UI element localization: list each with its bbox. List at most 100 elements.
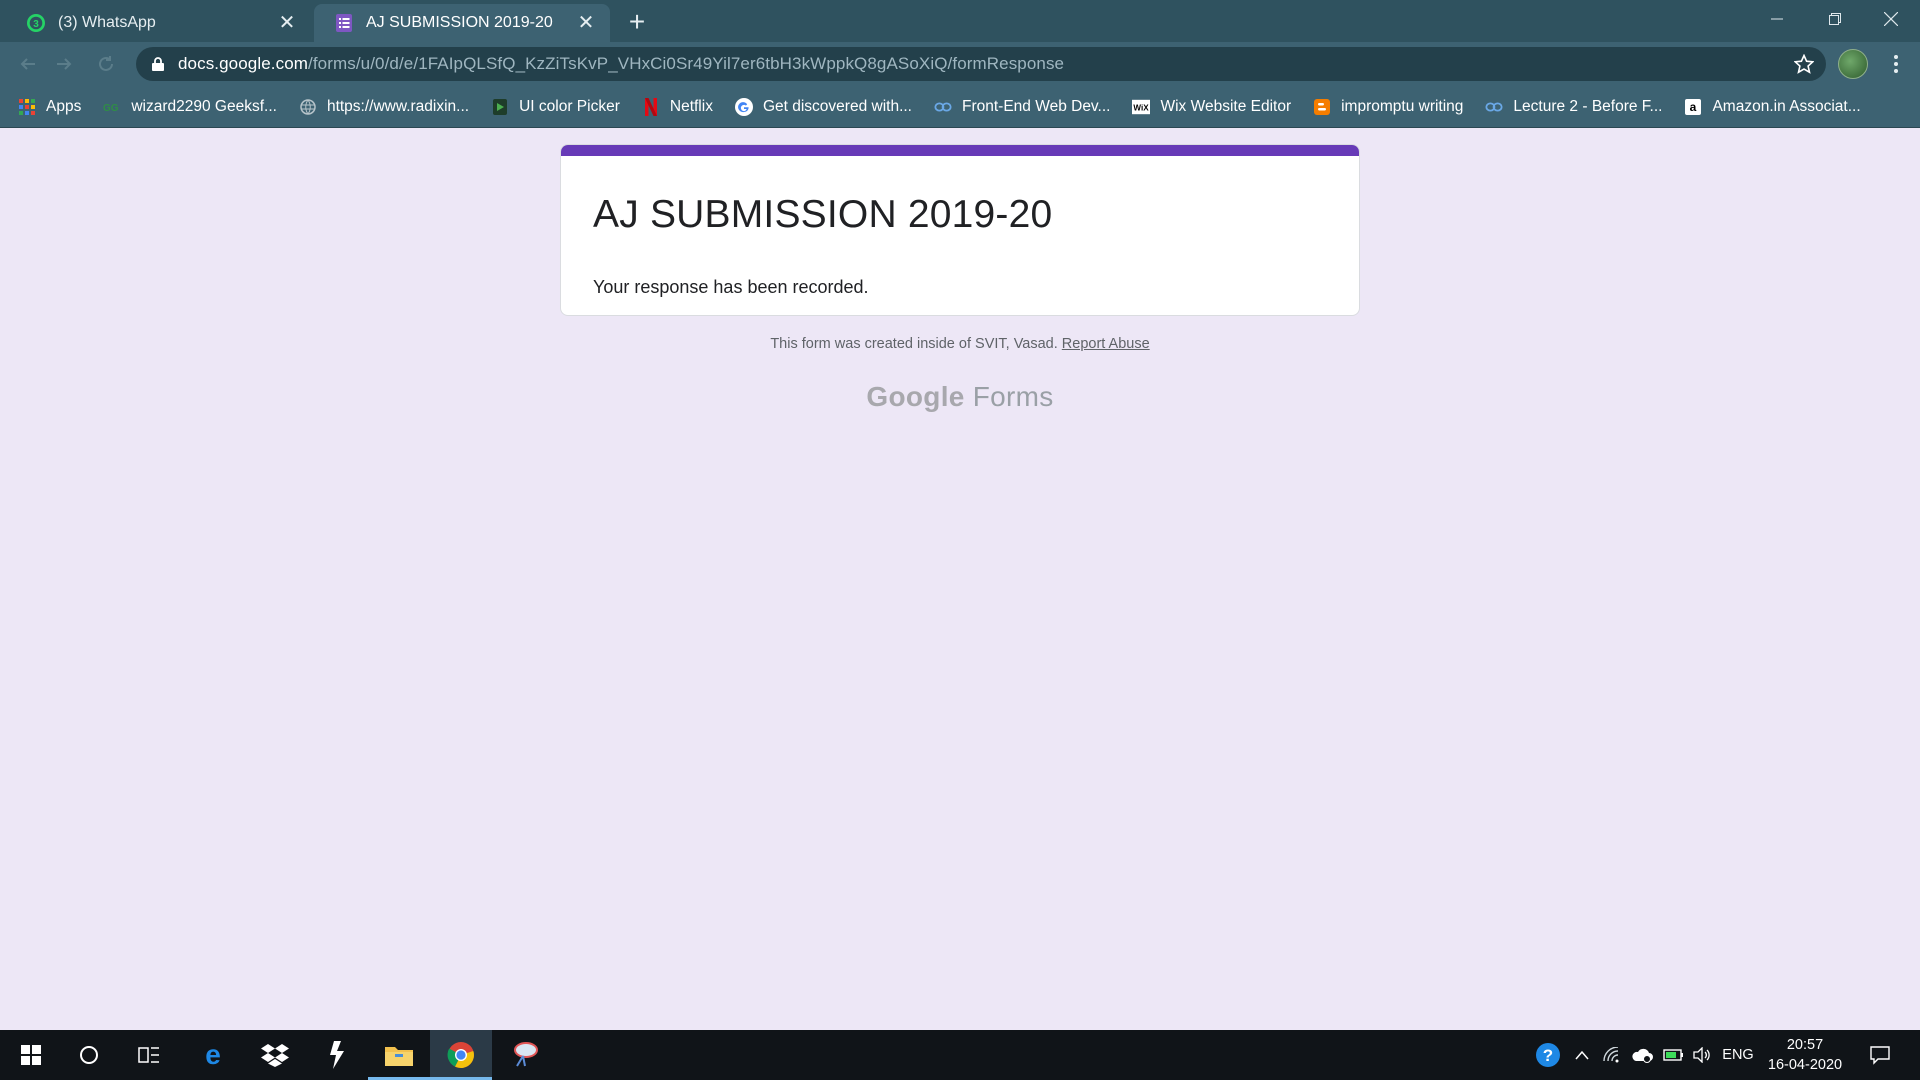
svg-text:a: a: [1690, 100, 1697, 114]
taskbar-snipping-tool[interactable]: [494, 1030, 556, 1080]
back-button[interactable]: [14, 50, 42, 78]
url-text: docs.google.com/forms/u/0/d/e/1FAIpQLSfQ…: [178, 54, 1064, 74]
bookmark-geeksforgeeks[interactable]: GG wizard2290 Geeksf...: [103, 98, 277, 116]
footer-note-text: This form was created inside of SVIT, Va…: [770, 336, 1058, 352]
help-icon: ?: [1536, 1043, 1560, 1067]
tray-help[interactable]: ?: [1530, 1030, 1566, 1080]
bookmark-get-discovered[interactable]: Get discovered with...: [734, 97, 912, 116]
forward-arrow-icon: [57, 58, 72, 70]
bookmark-ui-color-picker[interactable]: UI color Picker: [491, 98, 620, 116]
confirmation-message: Your response has been recorded.: [593, 277, 869, 297]
geeksforgeeks-icon: GG: [103, 98, 121, 116]
close-tab-icon[interactable]: ✕: [576, 13, 596, 33]
bookmark-netflix[interactable]: Netflix: [642, 97, 713, 116]
taskbar-chrome[interactable]: [430, 1030, 492, 1080]
bookmark-radixin[interactable]: https://www.radixin...: [299, 98, 469, 116]
close-tab-icon[interactable]: ✕: [277, 13, 297, 33]
minimize-icon: [1771, 18, 1783, 20]
svg-text:GG: GG: [103, 103, 119, 113]
bookmark-impromptu-writing[interactable]: impromptu writing: [1313, 98, 1463, 116]
action-center-icon: [1870, 1046, 1890, 1065]
lock-icon: [150, 56, 166, 72]
bookmark-label: https://www.radixin...: [326, 97, 470, 115]
globe-icon: [299, 98, 317, 116]
close-icon: [1884, 12, 1898, 26]
tray-volume[interactable]: [1690, 1030, 1714, 1080]
svg-text:?: ?: [1543, 1046, 1553, 1065]
taskbar-edge[interactable]: e: [182, 1030, 244, 1080]
bookmarks-bar: Apps GG wizard2290 Geeksf... https://www…: [0, 86, 1920, 128]
task-view-button[interactable]: [118, 1030, 180, 1080]
bookmark-label: UI color Picker: [519, 97, 620, 115]
tray-battery[interactable]: [1660, 1030, 1688, 1080]
form-confirmation-card: AJ SUBMISSION 2019-20 Your response has …: [560, 144, 1360, 316]
cloud-sync-icon: [1632, 1048, 1653, 1063]
profile-avatar[interactable]: [1838, 49, 1868, 79]
restore-icon: [1829, 13, 1841, 25]
snipping-tool-icon: [514, 1042, 538, 1067]
close-window-button[interactable]: [1862, 0, 1920, 38]
restore-button[interactable]: [1806, 0, 1864, 38]
bookmark-front-end-web-dev[interactable]: Front-End Web Dev...: [934, 98, 1110, 116]
apps-grid-icon: [18, 98, 36, 116]
bookmark-star-icon[interactable]: [1793, 53, 1815, 74]
google-forms-icon: [334, 13, 354, 33]
browser-menu-icon[interactable]: [1884, 52, 1908, 76]
minimize-button[interactable]: [1748, 0, 1806, 38]
tray-notifications[interactable]: [1862, 1030, 1898, 1080]
logo-forms-text: Forms: [972, 381, 1054, 412]
bookmark-lecture-2[interactable]: Lecture 2 - Before F...: [1485, 98, 1662, 116]
search-button[interactable]: [58, 1030, 120, 1080]
cortana-circle-icon: [80, 1046, 98, 1064]
google-forms-logo[interactable]: Google Forms: [0, 381, 1920, 413]
start-button[interactable]: [0, 1030, 62, 1080]
dropbox-icon: [261, 1044, 289, 1067]
tray-clock[interactable]: 20:57 16-04-2020: [1762, 1035, 1848, 1075]
form-title: AJ SUBMISSION 2019-20: [593, 193, 1053, 236]
reload-icon: [99, 56, 113, 71]
form-footer-note: This form was created inside of SVIT, Va…: [0, 336, 1920, 352]
svg-text:e: e: [205, 1042, 221, 1068]
taskbar-dropbox[interactable]: [244, 1030, 306, 1080]
tab-title: (3) WhatsApp: [58, 14, 156, 31]
taskbar-app-bolt[interactable]: [306, 1030, 368, 1080]
edge-icon: e: [205, 1042, 221, 1068]
address-bar[interactable]: docs.google.com/forms/u/0/d/e/1FAIpQLSfQ…: [136, 47, 1826, 81]
tray-wifi[interactable]: [1600, 1030, 1624, 1080]
svg-text:3: 3: [33, 19, 39, 30]
url-path: /forms/u/0/d/e/1FAIpQLSfQ_KzZiTsKvP_VHxC…: [308, 54, 1065, 73]
tray-onedrive[interactable]: [1628, 1030, 1656, 1080]
tab-strip: 3 (3) WhatsApp ✕ AJ SUBMISSION 2019-20 ✕…: [0, 0, 1920, 42]
bookmark-label: Lecture 2 - Before F...: [1513, 97, 1663, 115]
svg-text:WiX: WiX: [1134, 103, 1150, 112]
tab-title: AJ SUBMISSION 2019-20: [366, 14, 553, 31]
logo-google-text: Google: [866, 381, 965, 412]
bookmark-label: wizard2290 Geeksf...: [131, 97, 277, 115]
new-tab-button[interactable]: +: [622, 7, 652, 37]
clock-date: 16-04-2020: [1767, 1057, 1843, 1073]
bookmark-label: Front-End Web Dev...: [962, 97, 1111, 115]
netflix-icon: [642, 97, 660, 116]
tray-language[interactable]: ENG: [1718, 1030, 1758, 1080]
form-accent-bar: [561, 145, 1359, 156]
lightning-app-icon: [330, 1041, 344, 1069]
taskbar-file-explorer[interactable]: [368, 1030, 430, 1080]
bookmark-label: Netflix: [669, 97, 713, 115]
tray-show-hidden[interactable]: [1570, 1030, 1594, 1080]
task-view-icon: [138, 1047, 159, 1063]
bookmark-wix-website-editor[interactable]: WiX Wix Website Editor: [1132, 98, 1291, 116]
blogger-icon: [1313, 98, 1331, 116]
bookmark-apps[interactable]: Apps: [18, 98, 81, 116]
tab-aj-submission[interactable]: AJ SUBMISSION 2019-20 ✕: [314, 4, 610, 42]
color-picker-icon: [491, 98, 509, 116]
browser-toolbar: docs.google.com/forms/u/0/d/e/1FAIpQLSfQ…: [0, 42, 1920, 86]
report-abuse-link[interactable]: Report Abuse: [1062, 336, 1150, 352]
wifi-icon: [1603, 1047, 1619, 1063]
bookmark-label: Apps: [46, 97, 82, 115]
forward-button[interactable]: [50, 50, 78, 78]
reload-button[interactable]: [92, 50, 120, 78]
windows-taskbar: e ? ENG 20:57 16-04-2020: [0, 1030, 1920, 1080]
bookmark-amazon-associates[interactable]: a Amazon.in Associat...: [1684, 98, 1861, 116]
tab-whatsapp[interactable]: 3 (3) WhatsApp ✕: [6, 4, 311, 42]
windows-logo-icon: [21, 1045, 41, 1065]
